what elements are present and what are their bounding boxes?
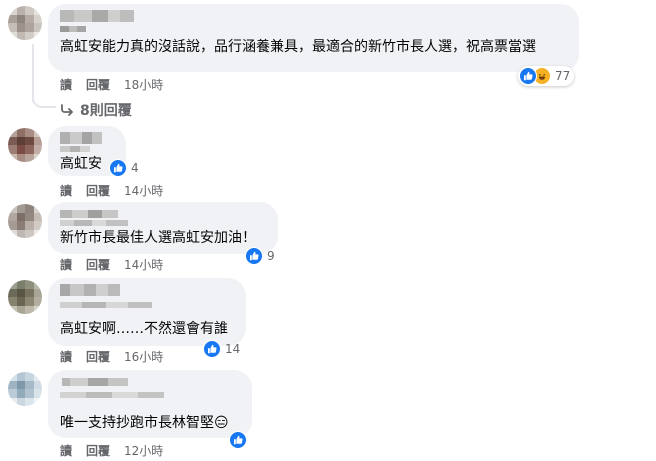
timestamp[interactable]: 14小時 xyxy=(124,258,163,272)
like-icon xyxy=(109,159,127,177)
avatar[interactable] xyxy=(8,280,42,314)
comment-bubble: 高虹安能力真的沒話說，品行涵養兼具，最適合的新竹市長人選，祝高票當選 xyxy=(48,4,579,72)
comment-actions: 讀回覆 18小時 xyxy=(60,78,163,92)
reply-arrow-icon xyxy=(61,104,73,116)
like-icon xyxy=(519,67,537,85)
comment-text: 高虹安 xyxy=(60,156,102,172)
timestamp[interactable]: 18小時 xyxy=(124,78,163,92)
respond-link[interactable]: 回覆 xyxy=(86,444,110,458)
like-icon xyxy=(229,431,247,449)
reaction-count: 9 xyxy=(267,249,275,263)
comment-actions: 讀回覆 14小時 xyxy=(60,184,163,198)
commenter-name[interactable] xyxy=(60,10,134,22)
comment-actions: 讀回覆 14小時 xyxy=(60,258,163,272)
reaction-summary[interactable]: 4 xyxy=(108,158,143,178)
avatar[interactable] xyxy=(8,128,42,162)
replies-count-label[interactable]: 8則回覆 xyxy=(80,100,132,120)
respond-link[interactable]: 回覆 xyxy=(86,78,110,92)
reply-link[interactable]: 讀 xyxy=(60,258,72,272)
timestamp[interactable]: 12小時 xyxy=(124,444,163,458)
reaction-count: 77 xyxy=(555,69,571,83)
avatar[interactable] xyxy=(8,372,42,406)
commenter-name[interactable] xyxy=(60,132,102,144)
reaction-summary[interactable]: 9 xyxy=(244,246,279,266)
respond-link[interactable]: 回覆 xyxy=(86,184,110,198)
timestamp[interactable]: 16小時 xyxy=(124,350,163,364)
comment-text: 新竹市長最佳人選高虹安加油！ xyxy=(60,230,256,246)
comment-text: 高虹安能力真的沒話說，品行涵養兼具，最適合的新竹市長人選，祝高票當選 xyxy=(60,39,536,55)
comment-text: 唯一支持抄跑市長林智堅😑 xyxy=(60,415,229,431)
avatar[interactable] xyxy=(8,6,42,40)
comment-bubble: 高虹安啊……不然還會有誰 xyxy=(48,278,246,346)
commenter-name[interactable] xyxy=(60,210,118,218)
reaction-count: 4 xyxy=(131,161,139,175)
reply-link[interactable]: 讀 xyxy=(60,444,72,458)
reaction-summary[interactable] xyxy=(229,430,247,450)
view-replies-link[interactable]: 8則回覆 xyxy=(60,100,132,120)
reply-thread-curve xyxy=(32,90,56,108)
like-icon xyxy=(245,247,263,265)
reaction-summary[interactable]: 14 xyxy=(202,339,244,359)
commenter-badge xyxy=(60,26,86,32)
respond-link[interactable]: 回覆 xyxy=(86,258,110,272)
reply-link[interactable]: 讀 xyxy=(60,78,72,92)
commenter-name[interactable] xyxy=(62,378,128,386)
comment-text: 高虹安啊……不然還會有誰 xyxy=(60,321,228,337)
commenter-badge xyxy=(60,302,152,308)
comment-actions: 讀回覆 12小時 xyxy=(60,444,163,458)
commenter-name[interactable] xyxy=(60,284,120,296)
timestamp[interactable]: 14小時 xyxy=(124,184,163,198)
commenter-badge xyxy=(60,146,90,152)
commenter-badge xyxy=(60,220,128,226)
comment-bubble: 新竹市長最佳人選高虹安加油！ xyxy=(48,202,278,254)
comment-actions: 讀回覆 16小時 xyxy=(60,350,163,364)
reply-link[interactable]: 讀 xyxy=(60,350,72,364)
like-icon xyxy=(203,340,221,358)
respond-link[interactable]: 回覆 xyxy=(86,350,110,364)
reply-link[interactable]: 讀 xyxy=(60,184,72,198)
commenter-badge xyxy=(60,392,164,398)
comment-bubble: 唯一支持抄跑市長林智堅😑 xyxy=(48,370,252,438)
reaction-count: 14 xyxy=(225,342,241,356)
avatar[interactable] xyxy=(8,204,42,238)
reaction-summary[interactable]: 77 xyxy=(518,66,575,86)
